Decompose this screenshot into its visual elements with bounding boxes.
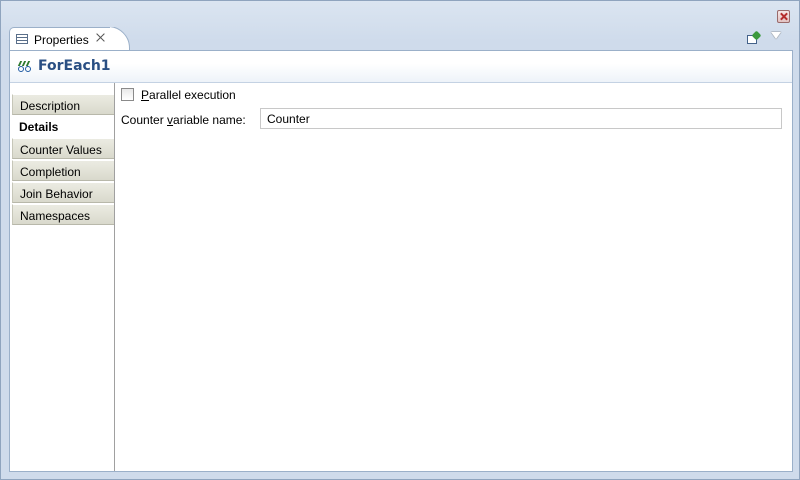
properties-title-bar: ForEach1 [10, 51, 792, 83]
properties-tab[interactable]: Properties [9, 27, 112, 51]
parallel-execution-label[interactable]: Parallel execution [141, 88, 236, 102]
tab-namespaces[interactable]: Namespaces [12, 204, 114, 225]
properties-tab-label: Properties [34, 33, 89, 47]
counter-variable-label-post: ariable name: [173, 113, 246, 127]
tab-curve [110, 27, 132, 51]
tab-join-behavior[interactable]: Join Behavior [12, 182, 114, 203]
tab-counter-values[interactable]: Counter Values [12, 138, 114, 159]
view-tab-row: Properties [9, 27, 793, 51]
tab-completion[interactable]: Completion [12, 160, 114, 181]
parallel-execution-label-rest: arallel execution [149, 88, 236, 102]
details-section: Parallel execution Counter variable name… [116, 83, 792, 471]
view-menu-icon[interactable] [771, 32, 781, 39]
close-icon[interactable] [95, 32, 106, 43]
page-title: ForEach1 [38, 58, 111, 74]
parallel-execution-mnemonic: P [141, 88, 150, 102]
parallel-execution-checkbox[interactable] [121, 88, 134, 101]
foreach-icon [17, 61, 32, 73]
properties-window: Properties ForEach1 Description Details … [0, 0, 800, 480]
properties-panel: ForEach1 Description Details Counter Val… [9, 50, 793, 472]
counter-variable-input[interactable] [260, 108, 782, 129]
tab-description[interactable]: Description [12, 94, 114, 115]
properties-icon [16, 34, 28, 44]
view-toolbar [743, 27, 793, 49]
counter-variable-label-pre: Counter [121, 113, 168, 127]
tab-details[interactable]: Details [12, 116, 114, 137]
window-close-icon[interactable] [777, 10, 790, 23]
pin-icon[interactable] [747, 30, 762, 44]
counter-variable-label: Counter variable name: [121, 113, 246, 127]
section-tabs: Description Details Counter Values Compl… [12, 83, 115, 471]
